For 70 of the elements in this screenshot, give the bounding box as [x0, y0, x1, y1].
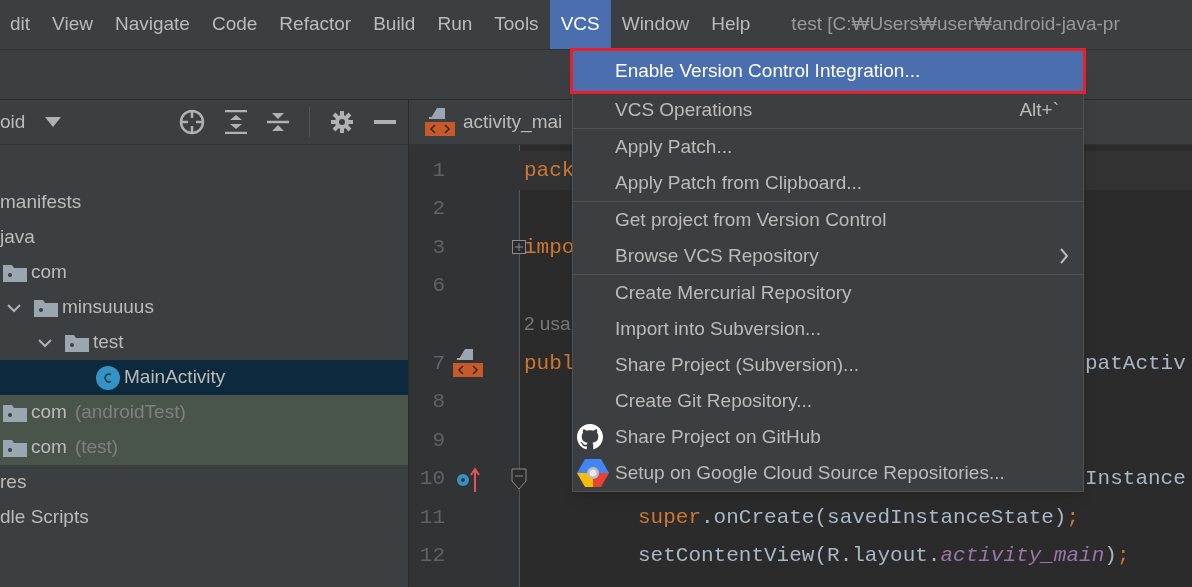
class-icon — [96, 365, 120, 390]
folder-icon — [34, 298, 58, 317]
tree-label: dle Scripts — [0, 505, 89, 530]
shortcut-label: Alt+` — [1019, 97, 1059, 122]
tree-row[interactable]: res — [0, 465, 408, 500]
layout-gutter-icon — [453, 349, 483, 378]
collapse-all-icon[interactable] — [267, 110, 289, 134]
tree-row[interactable]: MainActivity — [0, 360, 408, 395]
fold-collapse-icon[interactable] — [511, 468, 527, 491]
menu-item[interactable]: Enable Version Control Integration... — [573, 51, 1083, 91]
tree-row[interactable]: test — [0, 325, 408, 360]
menu-item[interactable]: Share Project on GitHub — [573, 419, 1083, 455]
menu-item[interactable]: Apply Patch from Clipboard... — [573, 165, 1083, 201]
menu-item[interactable]: Get project from Version Control — [573, 202, 1083, 238]
tree-row[interactable]: java — [0, 220, 408, 255]
tree-row[interactable]: manifests — [0, 185, 408, 220]
menu-bar-item[interactable]: Code — [200, 0, 269, 49]
tree-label: java — [0, 225, 35, 250]
override-icon[interactable] — [455, 466, 481, 493]
menu-bar-item[interactable]: View — [41, 0, 104, 49]
octocat-icon — [577, 424, 603, 450]
menu-bar-item[interactable]: Build — [362, 0, 427, 49]
tree-label: test — [93, 330, 124, 355]
menu-bar-item[interactable]: Window — [610, 0, 701, 49]
tree-label: com — [31, 260, 67, 285]
menu-item[interactable]: Import into Subversion... — [573, 311, 1083, 347]
menu-bar-item[interactable]: Run — [426, 0, 484, 49]
menu-bar-item[interactable]: Help — [700, 0, 762, 49]
menu-item[interactable]: Browse VCS Repository — [573, 238, 1083, 274]
tree-label: minsuuuus — [62, 295, 154, 320]
tree-label: manifests — [0, 190, 82, 215]
menu-bar-item[interactable]: Tools — [483, 0, 550, 49]
menu-item[interactable]: Apply Patch... — [573, 129, 1083, 165]
hexagon-logo-icon — [577, 459, 609, 487]
tree-row[interactable]: com — [0, 255, 408, 290]
menu-item[interactable]: Create Mercurial Repository — [573, 275, 1083, 311]
dropdown-triangle-icon — [45, 117, 62, 127]
menu-item[interactable]: Share Project (Subversion)... — [573, 347, 1083, 383]
expand-all-icon[interactable] — [225, 110, 247, 134]
menu-bar-item[interactable]: Navigate — [103, 0, 201, 49]
tree-label: res — [0, 470, 27, 495]
menu-bar-item[interactable]: dit — [0, 0, 42, 49]
folder-icon — [3, 438, 27, 457]
folder-icon — [3, 403, 27, 422]
menu-bar-item[interactable]: VCS — [549, 0, 611, 49]
tree-label: MainActivity — [124, 365, 226, 390]
layout-file-icon — [425, 108, 455, 136]
editor-tab[interactable]: activity_mai — [409, 100, 563, 144]
menu-item[interactable]: Create Git Repository... — [573, 383, 1083, 419]
menu-item[interactable]: VCS Operations Alt+` — [573, 92, 1083, 128]
menu-bar-item[interactable]: Refactor — [268, 0, 363, 49]
tree-row[interactable]: dle Scripts — [0, 500, 408, 535]
tree-label: com — [31, 435, 67, 460]
code-line: pack — [524, 157, 575, 184]
code-text: patActiv — [1084, 351, 1186, 375]
folder-icon — [65, 333, 89, 352]
tree-label: com — [31, 400, 67, 425]
folder-icon — [3, 263, 27, 282]
window-title: test [C:₩Users₩user₩android-java-pr — [791, 12, 1120, 37]
menu-item[interactable]: Setup on Google Cloud Source Repositories... — [573, 455, 1083, 491]
locate-icon[interactable] — [179, 109, 205, 135]
fold-expand-icon[interactable] — [512, 240, 526, 255]
usage-hint: 2 usa — [524, 312, 571, 337]
code-text: Instance — [1084, 467, 1186, 491]
code-line: publ — [524, 350, 575, 377]
view-dropdown[interactable]: oid — [0, 107, 62, 137]
code-line: super.onCreate(savedInstanceState); — [638, 504, 1080, 531]
settings-icon[interactable] — [330, 110, 354, 134]
tree-row[interactable]: minsuuuus — [0, 290, 408, 325]
code-line: setContentView(R.layout.activity_main); — [638, 543, 1130, 570]
